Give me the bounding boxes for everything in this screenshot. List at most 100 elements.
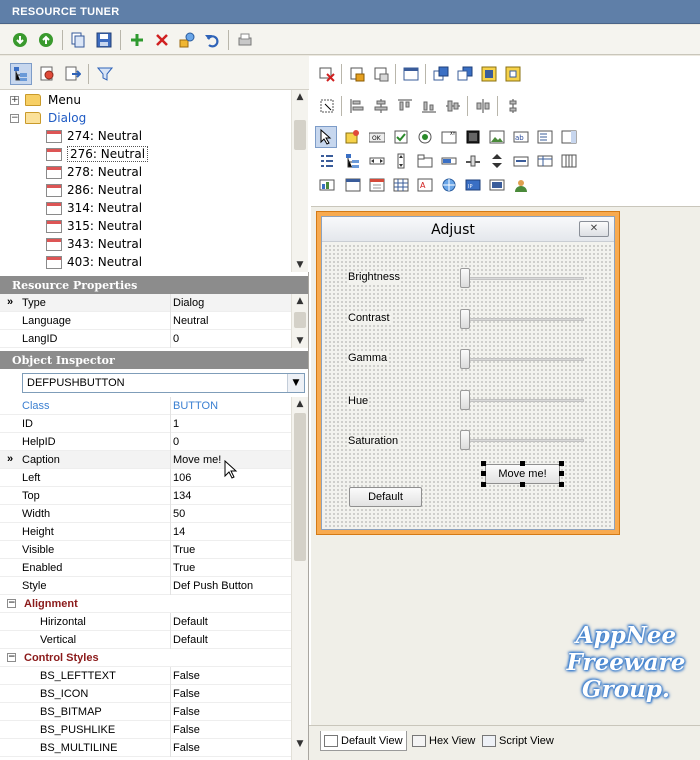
prop-row-height[interactable]: Height 14 (0, 523, 291, 541)
scroll-down-icon[interactable]: ▼ (292, 334, 308, 348)
radio-control-icon[interactable] (415, 127, 435, 147)
pin-icon[interactable] (343, 127, 363, 147)
select-grid-icon[interactable] (317, 96, 337, 116)
lock-icon[interactable] (347, 64, 367, 84)
prop-row-type[interactable]: » Type Dialog (0, 294, 291, 312)
dialog-title-bar[interactable]: Adjust ✕ (322, 217, 614, 242)
prop-row-bs-bitmap[interactable]: BS_BITMAP False (0, 703, 291, 721)
dialog-body[interactable]: Brightness Contrast Gamma Hue Saturation… (324, 244, 612, 527)
prop-row-width[interactable]: Width 50 (0, 505, 291, 523)
scroll-thumb[interactable] (294, 120, 306, 150)
scroll-down-icon[interactable]: ▼ (292, 258, 308, 272)
prop-row-visible[interactable]: Visible True (0, 541, 291, 559)
tree-item-343[interactable]: 343: Neutral (46, 235, 142, 253)
inspector-scrollbar[interactable]: ▲ ▼ (291, 397, 308, 760)
prop-row-caption[interactable]: » Caption Move me! (0, 451, 291, 469)
calendar-control-icon[interactable] (367, 175, 387, 195)
collapse-icon[interactable]: − (7, 653, 21, 663)
dialog-preview[interactable]: Adjust ✕ Brightness Contrast Gamma Hue S… (316, 211, 620, 535)
vscroll-control-icon[interactable] (391, 151, 411, 171)
delete-control-icon[interactable] (317, 64, 337, 84)
move-me-button[interactable]: Move me! (485, 464, 560, 484)
form-icon[interactable] (401, 64, 421, 84)
print-icon[interactable] (235, 30, 255, 50)
prop-row-language[interactable]: Language Neutral (0, 312, 291, 330)
tree-item-dialog[interactable]: − Dialog (10, 109, 86, 127)
slider-brightness[interactable] (460, 268, 470, 288)
resize-handle[interactable] (520, 461, 525, 466)
space-horizontal-icon[interactable] (473, 96, 493, 116)
columns-control-icon[interactable] (559, 151, 579, 171)
scroll-up-icon[interactable]: ▲ (292, 294, 308, 308)
edit-control-icon[interactable]: ab (511, 127, 531, 147)
tab-script-view[interactable]: Script View (479, 731, 557, 751)
send-back-icon[interactable] (455, 64, 475, 84)
treeview-control-icon[interactable] (317, 151, 337, 171)
header-control-icon[interactable] (535, 151, 555, 171)
tab-hex-view[interactable]: Hex View (409, 731, 478, 751)
add-icon[interactable] (127, 30, 147, 50)
category-alignment[interactable]: − Alignment (0, 595, 291, 613)
space-vertical-icon[interactable] (503, 96, 523, 116)
prop-row-enabled[interactable]: Enabled True (0, 559, 291, 577)
resource-props-scrollbar[interactable]: ▲ ▼ (291, 294, 308, 348)
default-button[interactable]: Default (349, 487, 422, 507)
prop-row-bs-lefttext[interactable]: BS_LEFTTEXT False (0, 667, 291, 685)
pointer-icon[interactable] (315, 126, 337, 148)
arrow-up-icon[interactable] (36, 30, 56, 50)
link-control-icon[interactable] (487, 175, 507, 195)
lock-all-icon[interactable] (371, 64, 391, 84)
delete-icon[interactable] (152, 30, 172, 50)
prop-row-helpid[interactable]: HelpID 0 (0, 433, 291, 451)
prop-row-vertical[interactable]: Vertical Default (0, 631, 291, 649)
scroll-up-icon[interactable]: ▲ (292, 90, 308, 104)
align-middle-icon[interactable] (443, 96, 463, 116)
richedit-control-icon[interactable]: A (415, 175, 435, 195)
datetime-control-icon[interactable] (343, 175, 363, 195)
wizard-icon[interactable] (177, 30, 197, 50)
prop-row-style[interactable]: Style Def Push Button (0, 577, 291, 595)
align-left-icon[interactable] (347, 96, 367, 116)
prop-row-bs-pushlike[interactable]: BS_PUSHLIKE False (0, 721, 291, 739)
tree-scrollbar[interactable]: ▲ ▼ (291, 90, 308, 272)
combobox-control-icon[interactable] (559, 127, 579, 147)
slider-saturation[interactable] (460, 430, 470, 450)
user-control-icon[interactable] (511, 175, 531, 195)
export-icon[interactable] (63, 64, 83, 84)
pager-control-icon[interactable]: IP (463, 175, 483, 195)
close-icon[interactable]: ✕ (579, 221, 609, 237)
ungroup-icon[interactable] (503, 64, 523, 84)
slider-gamma[interactable] (460, 349, 470, 369)
resize-handle[interactable] (559, 482, 564, 487)
listbox-control-icon[interactable] (535, 127, 555, 147)
resize-handle[interactable] (520, 482, 525, 487)
tree-item-276[interactable]: 276: Neutral (46, 145, 149, 163)
tree-control-icon[interactable] (343, 151, 363, 171)
tree-item-286[interactable]: 286: Neutral (46, 181, 142, 199)
progress-control-icon[interactable] (439, 151, 459, 171)
tab-control-icon[interactable] (415, 151, 435, 171)
tree-view-icon[interactable] (10, 63, 32, 85)
align-top-icon[interactable] (395, 96, 415, 116)
copy-icon[interactable] (68, 30, 88, 50)
scroll-down-icon[interactable]: ▼ (292, 737, 308, 751)
resize-handle[interactable] (481, 471, 486, 476)
scroll-thumb[interactable] (294, 312, 306, 328)
filter-icon[interactable] (95, 64, 115, 84)
prop-row-langid[interactable]: LangID 0 (0, 330, 291, 348)
tree-item-menu[interactable]: + Menu (10, 91, 81, 109)
tab-default-view[interactable]: Default View (320, 731, 407, 751)
align-center-icon[interactable] (371, 96, 391, 116)
ipaddress-control-icon[interactable] (439, 175, 459, 195)
updown-control-icon[interactable] (487, 151, 507, 171)
checkbox-control-icon[interactable] (391, 127, 411, 147)
picture-control-icon[interactable] (487, 127, 507, 147)
undo-icon[interactable] (202, 30, 222, 50)
prop-row-left[interactable]: Left 106 (0, 469, 291, 487)
search-resource-icon[interactable] (38, 64, 58, 84)
align-bottom-icon[interactable] (419, 96, 439, 116)
collapse-icon[interactable]: − (7, 599, 21, 609)
frame-control-icon[interactable] (463, 127, 483, 147)
tree-item-314[interactable]: 314: Neutral (46, 199, 142, 217)
prop-row-class[interactable]: Class BUTTON (0, 397, 291, 415)
